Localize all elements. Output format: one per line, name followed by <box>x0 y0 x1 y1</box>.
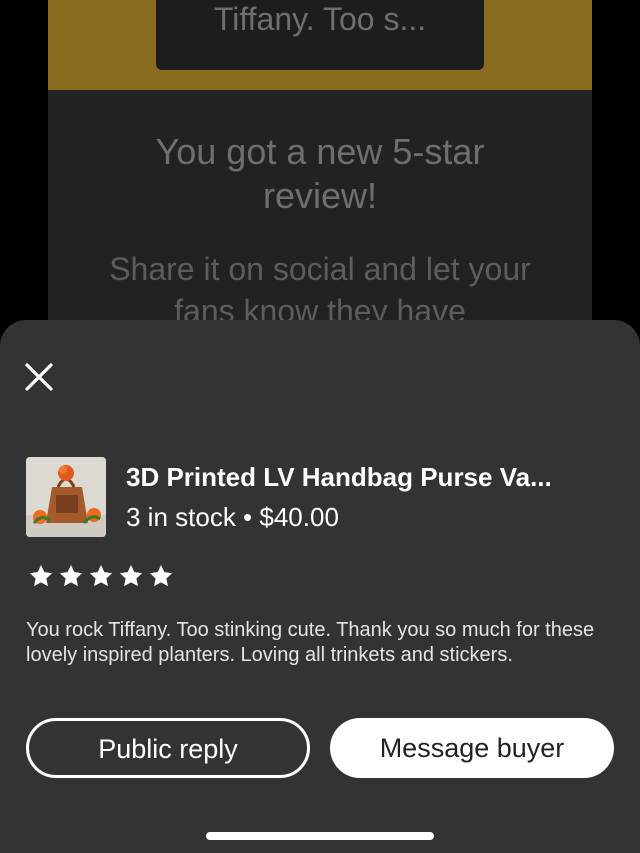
star-icon <box>59 564 83 587</box>
product-thumbnail[interactable] <box>26 457 106 537</box>
review-bottom-sheet: 3D Printed LV Handbag Purse Va... 3 in s… <box>0 320 640 853</box>
star-icon <box>149 564 173 587</box>
public-reply-button[interactable]: Public reply <box>26 718 310 778</box>
home-indicator[interactable] <box>206 832 434 840</box>
rating-stars <box>28 563 174 591</box>
background-title: You got a new 5-star review! <box>155 131 485 216</box>
background-header-band: Tiffany. Too s... <box>48 0 592 90</box>
background-quote-snippet: Tiffany. Too s... <box>156 0 484 70</box>
star-icon <box>29 564 53 587</box>
star-icon <box>89 564 113 587</box>
message-buyer-button[interactable]: Message buyer <box>330 718 614 778</box>
listing-title[interactable]: 3D Printed LV Handbag Purse Va... <box>126 460 616 494</box>
listing-stock-price: 3 in stock • $40.00 <box>126 502 339 532</box>
review-text: You rock Tiffany. Too stinking cute. Tha… <box>26 619 595 666</box>
star-icon <box>119 564 143 587</box>
close-icon[interactable] <box>20 358 58 396</box>
